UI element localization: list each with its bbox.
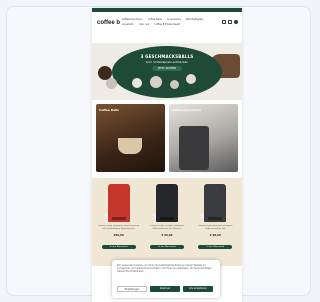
cookie-banner: Wir verwenden Cookies, um Ihnen die best… [112,260,220,298]
coffee-ball-image [132,78,142,88]
product-price: € 99,00 [161,234,173,237]
nav-item[interactable]: Coffee Balls [148,18,162,21]
tile-label: Kaffeemaschinen [172,108,202,112]
product-description: CoffeeB Globe Schwarz kompakte Kaffeemas… [150,225,184,230]
coffee-ball-image [186,74,196,84]
site-header: coffee b Kaffeemaschinen Coffee Balls Ac… [92,12,242,44]
cookie-reject-button[interactable]: Ablehnen [150,286,180,292]
coffee-machine-image [204,184,227,222]
account-icon[interactable] [228,20,232,24]
category-tiles: Coffee Balls Kaffeemaschinen [92,100,242,178]
cookie-accept-button[interactable]: Alle akzeptieren [183,286,213,292]
machine-image [179,126,209,170]
category-tile-coffee-balls[interactable]: Coffee Balls [96,104,165,172]
coffee-ball-image [170,80,179,89]
cart-icon[interactable] [234,20,238,24]
product-card[interactable]: CoffeeB Globe Anthrazit kompakte Kaffeem… [193,184,238,266]
tile-label: Coffee Balls [99,108,119,112]
cookie-text: Wir verwenden Cookies, um Ihnen die best… [117,264,212,273]
header-icons [222,20,238,24]
nav-item[interactable]: Nachhaltigkeit [186,18,203,21]
product-description: CoffeeB Globe Anthrazit kompakte Kaffeem… [198,225,233,230]
hero-banner[interactable]: 3 GESCHMACKSBALLS zum Vorteilspreis entd… [92,44,242,100]
nav-item[interactable]: Accessoires [167,18,181,21]
logo[interactable]: coffee b [97,20,120,26]
category-tile-machines[interactable]: Kaffeemaschinen [169,104,238,172]
product-price: €99,00 [113,234,124,237]
add-to-cart-button[interactable]: In den Warenkorb [198,245,233,249]
product-card[interactable]: CoffeeB Globe Schwarz kompakte Kaffeemas… [144,184,189,266]
product-description: CoffeeB Globe kompakte Kaffeemaschine mi… [97,225,140,230]
coffee-ball-image [150,76,162,88]
product-price: € 99,00 [209,234,221,237]
add-to-cart-button[interactable]: In den Warenkorb [101,245,136,249]
product-grid: CoffeeB Globe kompakte Kaffeemaschine mi… [92,178,242,266]
nav-item[interactable]: Kaffeemaschinen [122,18,143,21]
coffee-machine-image [155,184,178,222]
nav-item[interactable]: Angebote [122,23,134,26]
cookie-settings-button[interactable]: Einstellungen [117,286,147,292]
coffee-cup-image [118,138,142,154]
nav-item[interactable]: Über uns [139,23,150,26]
hero-title: 3 GESCHMACKSBALLS [140,54,194,59]
webpage-thumbnail: coffee b Kaffeemaschinen Coffee Balls Ac… [92,8,242,302]
cookie-buttons: Einstellungen Ablehnen Alle akzeptieren [117,286,215,292]
main-nav: Kaffeemaschinen Coffee Balls Accessoires… [122,18,206,26]
hero-cta-button[interactable]: JETZT SICHERN [152,66,182,71]
add-to-cart-button[interactable]: In den Warenkorb [149,245,184,249]
hero-subtitle: zum Vorteilspreis entdecken [145,60,189,64]
coffee-machine-image [107,184,130,222]
nav-item[interactable]: Coffee B Erlebniswelt [154,23,179,26]
search-icon[interactable] [222,20,226,24]
coffee-ball-image [106,78,117,89]
product-card[interactable]: CoffeeB Globe kompakte Kaffeemaschine mi… [96,184,141,266]
